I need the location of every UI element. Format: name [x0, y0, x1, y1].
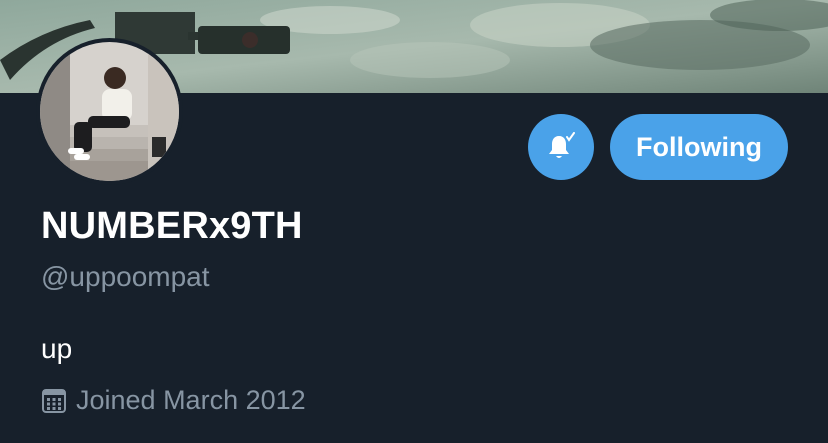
- calendar-icon: [42, 388, 66, 413]
- avatar-image: [40, 42, 179, 181]
- profile-handle: @uppoompat: [41, 261, 210, 292]
- display-name: NUMBERx9TH: [41, 205, 303, 247]
- bell-check-icon: [549, 132, 575, 158]
- join-date-label: Joined March 2012: [76, 385, 306, 415]
- join-date: Joined March 2012: [41, 385, 306, 416]
- notifications-button[interactable]: [528, 114, 594, 180]
- following-button-label: Following: [636, 131, 762, 162]
- profile-avatar[interactable]: [36, 38, 183, 185]
- profile-bio: up: [41, 333, 73, 364]
- following-button[interactable]: Following: [610, 114, 788, 180]
